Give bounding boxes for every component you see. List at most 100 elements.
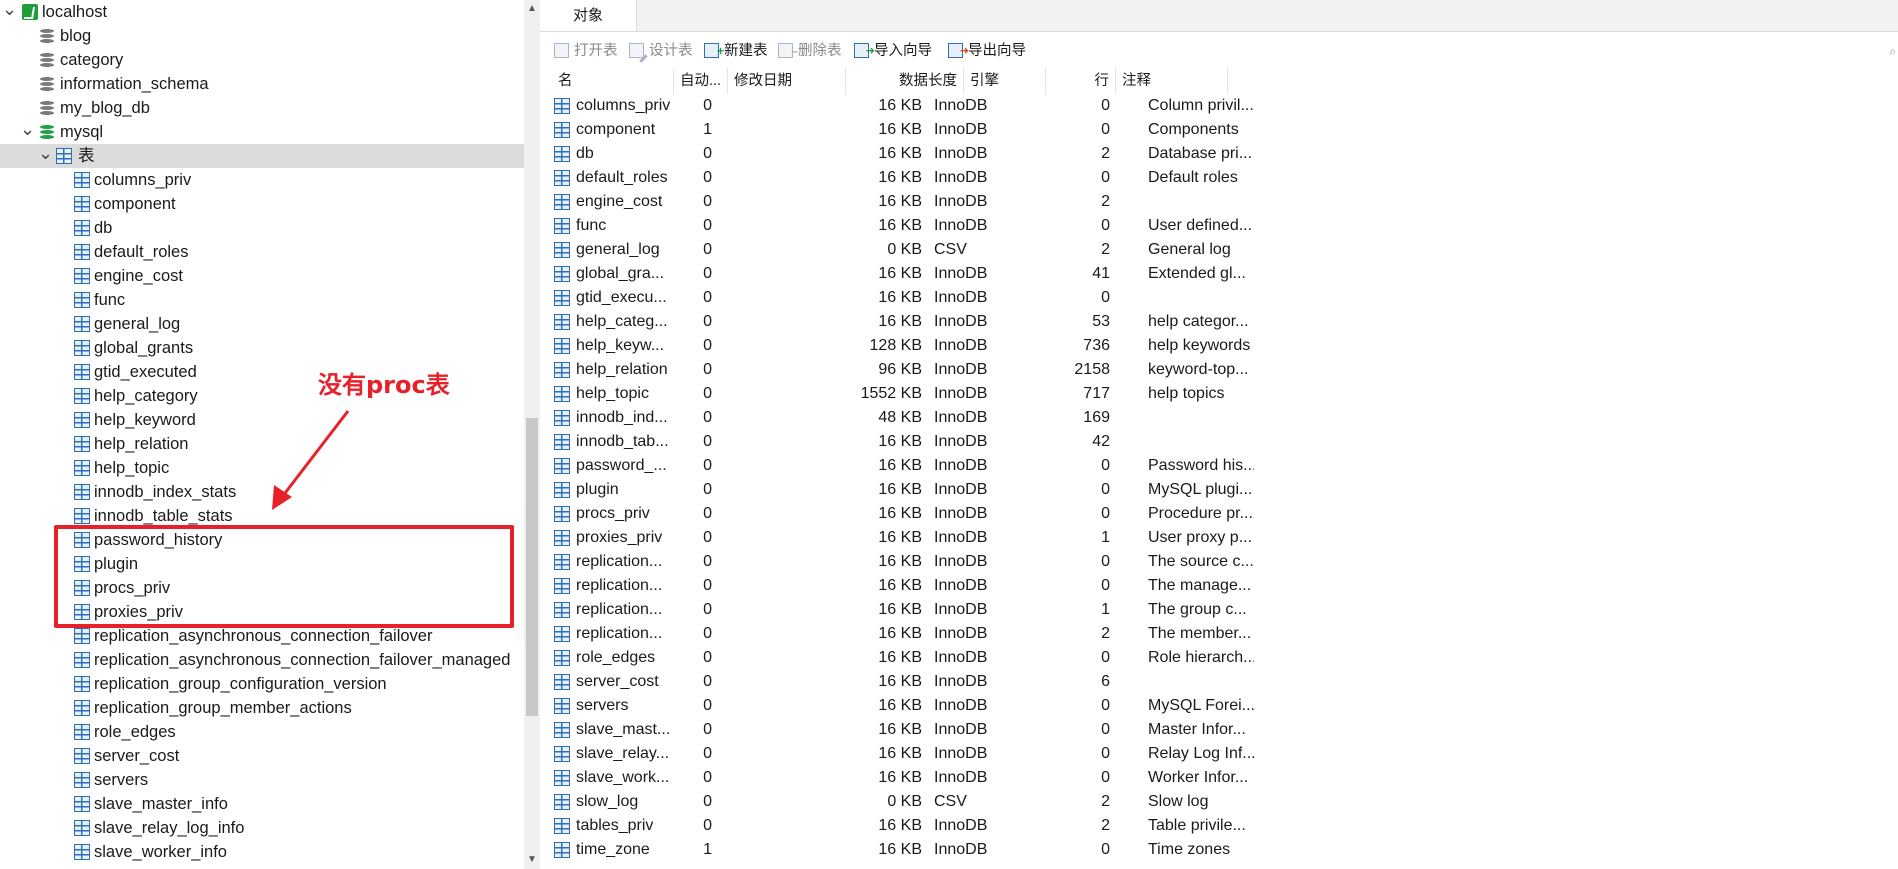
tree-node[interactable]: replication_group_member_actions (0, 696, 524, 720)
table-row[interactable]: help_relation 0 96 KB InnoDB 2158 keyword-top… (540, 358, 1740, 382)
table-row[interactable]: procs_priv 0 16 KB InnoDB 0 Procedure pr... (540, 502, 1740, 526)
tree-node[interactable]: servers (0, 768, 524, 792)
table-row[interactable]: engine_cost 0 16 KB InnoDB 2 (540, 190, 1740, 214)
table-cell (728, 166, 846, 190)
chevron-down-icon[interactable]: ⌄ (38, 144, 53, 168)
table-cell (728, 670, 846, 694)
tree-node-label: help_relation (94, 435, 189, 453)
tree-node[interactable]: my_blog_db (0, 96, 524, 120)
chevron-down-icon[interactable]: ⌄ (2, 0, 17, 24)
tree-scrollbar-thumb[interactable] (526, 418, 538, 716)
tree-node[interactable]: replication_asynchronous_connection_fail… (0, 648, 524, 672)
table-row[interactable]: component 1 16 KB InnoDB 0 Components (540, 118, 1740, 142)
table-row[interactable]: help_keyw... 0 128 KB InnoDB 736 help keyword… (540, 334, 1740, 358)
table-row[interactable]: server_cost 0 16 KB InnoDB 6 (540, 670, 1740, 694)
column-header[interactable]: 数据长度 (846, 68, 964, 94)
table-row[interactable]: replication... 0 16 KB InnoDB 1 The group c..… (540, 598, 1740, 622)
table-cell: InnoDB (934, 481, 988, 498)
table-cell: help_keyw... (576, 337, 665, 354)
tree-node[interactable]: func (0, 288, 524, 312)
tree-node[interactable]: category (0, 48, 524, 72)
column-header[interactable]: 自动... (674, 68, 728, 94)
chevron-down-icon[interactable]: ⌄ (20, 120, 35, 144)
toolbar-button-label: 删除表 (798, 43, 842, 59)
table-row[interactable]: global_gra... 0 16 KB InnoDB 41 Extended gl..… (540, 262, 1740, 286)
table-row[interactable]: default_roles 0 16 KB InnoDB 0 Default roles (540, 166, 1740, 190)
table-row[interactable]: slave_relay... 0 16 KB InnoDB 0 Relay Log Inf… (540, 742, 1740, 766)
table-row[interactable]: db 0 16 KB InnoDB 2 Database pri... (540, 142, 1740, 166)
table-row[interactable]: replication... 0 16 KB InnoDB 0 The manage... (540, 574, 1740, 598)
table-row[interactable]: time_zone 1 16 KB InnoDB 0 Time zones (540, 838, 1740, 862)
table-row[interactable]: help_categ... 0 16 KB InnoDB 53 help categor.… (540, 310, 1740, 334)
table-cell: 0 (703, 337, 712, 354)
design-table-button[interactable]: 设计表 (627, 38, 693, 64)
table-cell: 0 (703, 313, 712, 330)
table-row[interactable]: slow_log 0 0 KB CSV 2 Slow log (540, 790, 1740, 814)
table-row[interactable]: slave_mast... 0 16 KB InnoDB 0 Master Infor..… (540, 718, 1740, 742)
table-row[interactable]: func 0 16 KB InnoDB 0 User defined... (540, 214, 1740, 238)
table-cell: 16 KB (878, 145, 922, 162)
table-cell: 0 (1101, 481, 1110, 498)
open-table-button[interactable]: 打开表 (552, 38, 618, 64)
table-row[interactable]: proxies_priv 0 16 KB InnoDB 1 User proxy p... (540, 526, 1740, 550)
table-row[interactable]: general_log 0 0 KB CSV 2 General log (540, 238, 1740, 262)
column-header[interactable]: 注释 (1116, 68, 1228, 94)
tree-node[interactable]: engine_cost (0, 264, 524, 288)
tree-node[interactable]: slave_master_info (0, 792, 524, 816)
tree-node[interactable]: columns_priv (0, 168, 524, 192)
table-row[interactable]: gtid_execu... 0 16 KB InnoDB 0 (540, 286, 1740, 310)
tree-node[interactable]: blog (0, 24, 524, 48)
column-header[interactable]: 引擎 (964, 68, 1046, 94)
table-row[interactable]: plugin 0 16 KB InnoDB 0 MySQL plugi... (540, 478, 1740, 502)
table-cell: General log (1148, 241, 1231, 258)
column-header[interactable]: 修改日期 (728, 68, 846, 94)
table-cell: 2 (1101, 793, 1110, 810)
tree-node[interactable]: default_roles (0, 240, 524, 264)
import-wizard-button[interactable]: 导入向导 (852, 38, 932, 64)
table-row[interactable]: innodb_tab... 0 16 KB InnoDB 42 (540, 430, 1740, 454)
tree-node[interactable]: role_edges (0, 720, 524, 744)
table-cell (1144, 286, 1254, 310)
tree-scrollbar[interactable]: ▲ ▼ (524, 0, 540, 869)
table-row[interactable]: replication... 0 16 KB InnoDB 0 The source c.… (540, 550, 1740, 574)
table-row[interactable]: slave_work... 0 16 KB InnoDB 0 Worker Infor..… (540, 766, 1740, 790)
tree-node[interactable]: slave_worker_info (0, 840, 524, 864)
tree-node[interactable]: global_grants (0, 336, 524, 360)
search-icon[interactable]: ⌕ (1889, 44, 1896, 59)
column-header[interactable]: 名 (552, 68, 674, 94)
table-icon (74, 508, 90, 524)
table-cell: InnoDB (934, 649, 988, 666)
table-row[interactable]: innodb_ind... 0 48 KB InnoDB 169 (540, 406, 1740, 430)
tab-objects[interactable]: 对象 (540, 0, 637, 31)
scroll-down-icon[interactable]: ▼ (524, 853, 540, 867)
table-row[interactable]: servers 0 16 KB InnoDB 0 MySQL Forei... (540, 694, 1740, 718)
table-row[interactable]: help_topic 0 1552 KB InnoDB 717 help topics (540, 382, 1740, 406)
table-row[interactable]: password_... 0 16 KB InnoDB 0 Password his... (540, 454, 1740, 478)
tree-node[interactable]: ⌄ localhost (0, 0, 524, 24)
tree-node[interactable]: db (0, 216, 524, 240)
table-cell: InnoDB (934, 817, 988, 834)
tree-node[interactable]: replication_group_configuration_version (0, 672, 524, 696)
tree-node-label: category (60, 51, 124, 69)
tree-node[interactable]: server_cost (0, 744, 524, 768)
tree-node[interactable]: component (0, 192, 524, 216)
tree-node[interactable]: general_log (0, 312, 524, 336)
export-wizard-button[interactable]: 导出向导 (946, 38, 1026, 64)
table-row[interactable]: replication... 0 16 KB InnoDB 2 The member... (540, 622, 1740, 646)
tree-node[interactable]: information_schema (0, 72, 524, 96)
delete-table-button[interactable]: 删除表 (776, 38, 842, 64)
table-cell: InnoDB (934, 529, 988, 546)
scroll-up-icon[interactable]: ▲ (524, 2, 540, 16)
table-icon (554, 98, 570, 114)
tree-node[interactable]: slave_relay_log_info (0, 816, 524, 840)
tree-node[interactable]: ⌄ mysql (0, 120, 524, 144)
column-header[interactable]: 行 (1046, 68, 1116, 94)
new-table-button[interactable]: 新建表 (702, 38, 768, 64)
table-row[interactable]: columns_priv 0 16 KB InnoDB 0 Column privil..… (540, 94, 1740, 118)
table-cell: 16 KB (878, 769, 922, 786)
table-row[interactable]: role_edges 0 16 KB InnoDB 0 Role hierarch... (540, 646, 1740, 670)
table-cell: 16 KB (878, 745, 922, 762)
table-row[interactable]: tables_priv 0 16 KB InnoDB 2 Table privile... (540, 814, 1740, 838)
tree-node[interactable]: ⌄ 表 (0, 144, 524, 168)
table-icon (554, 770, 570, 786)
